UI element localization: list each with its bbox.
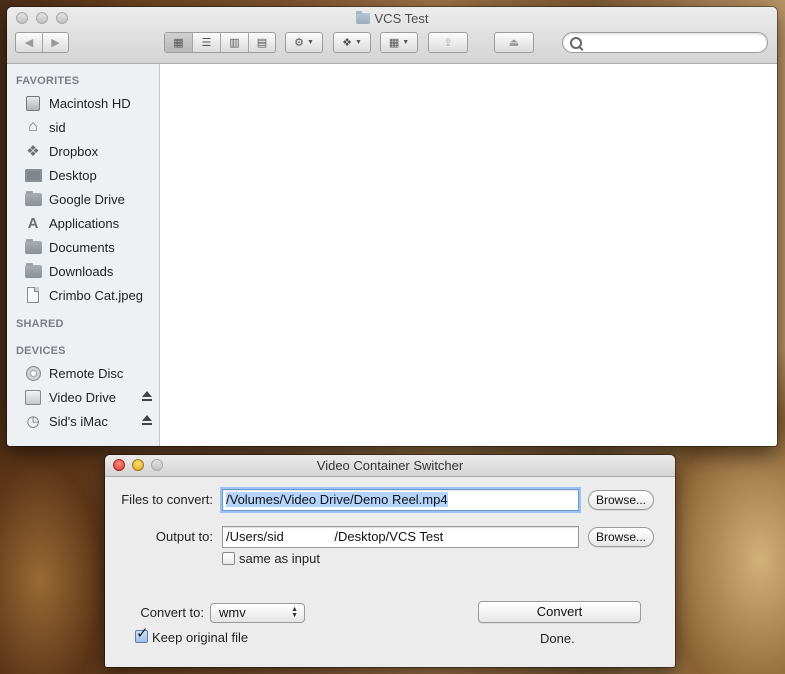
home-icon: ⌂ <box>28 118 38 135</box>
sidebar-item-google-drive[interactable]: Google Drive <box>24 188 159 210</box>
sidebar-item-label: Sid's iMac <box>49 413 108 429</box>
dropbox-menu-button[interactable]: ❖ ▼ <box>333 32 371 53</box>
sidebar-item-label: Google Drive <box>49 191 125 207</box>
convert-button[interactable]: Convert <box>478 601 641 623</box>
drive-icon <box>24 389 42 405</box>
desktop-icon <box>24 167 42 183</box>
list-view-button[interactable]: ☰ <box>193 33 221 52</box>
sidebar-item-applications[interactable]: A Applications <box>24 212 159 234</box>
sidebar-item-sids-imac[interactable]: ◷ Sid's iMac <box>24 410 159 432</box>
cover-flow-button[interactable]: ▤ <box>249 33 275 52</box>
same-as-input-label: same as input <box>239 551 320 566</box>
files-to-convert-label: Files to convert: <box>121 492 213 507</box>
favorites-header: FAVORITES <box>16 75 80 87</box>
share-button[interactable]: ⇪ <box>428 32 468 53</box>
finder-content-area[interactable] <box>160 64 777 446</box>
back-button[interactable]: ◀ <box>16 33 43 52</box>
disc-icon <box>24 365 42 381</box>
same-as-input-checkbox[interactable] <box>222 552 235 565</box>
icon-view-button[interactable]: ▦ <box>165 33 193 52</box>
hard-drive-icon <box>24 95 42 111</box>
finder-sidebar: FAVORITES Macintosh HD ⌂ sid ❖ Dropbox D… <box>7 64 160 446</box>
sidebar-item-home[interactable]: ⌂ sid <box>24 116 159 138</box>
file-icon <box>24 287 42 303</box>
sidebar-item-label: Crimbo Cat.jpeg <box>49 287 143 303</box>
arrange-button[interactable]: ▦ ▼ <box>380 32 418 53</box>
column-view-button[interactable]: ▥ <box>221 33 249 52</box>
sidebar-item-desktop[interactable]: Desktop <box>24 164 159 186</box>
folder-icon <box>355 11 370 24</box>
imac-icon: ◷ <box>26 413 40 430</box>
search-icon <box>570 37 582 49</box>
applications-icon: A <box>27 214 39 232</box>
sidebar-item-video-drive[interactable]: Video Drive <box>24 386 159 408</box>
sidebar-item-macintosh-hd[interactable]: Macintosh HD <box>24 92 159 114</box>
files-to-convert-input[interactable]: /Volumes/Video Drive/Demo Reel.mp4 <box>222 489 579 511</box>
devices-header: DEVICES <box>16 345 66 357</box>
dropbox-icon: ❖ <box>342 37 352 49</box>
keep-original-label: Keep original file <box>152 630 249 645</box>
eject-icon: ⏏ <box>508 37 520 49</box>
shared-header: SHARED <box>16 318 64 330</box>
sidebar-item-label: Applications <box>49 215 120 231</box>
convert-to-label: Convert to: <box>140 605 204 620</box>
convert-to-value: wmv <box>219 605 246 620</box>
chevron-down-icon: ▼ <box>354 39 362 46</box>
window-title: VCS Test <box>7 11 777 26</box>
dropbox-icon: ❖ <box>26 143 40 160</box>
chevron-down-icon: ▼ <box>402 39 410 46</box>
window-title: Video Container Switcher <box>316 458 464 473</box>
finder-window: VCS Test ◀ ▶ ▦ ☰ ▥ ▤ ⚙ ▼ ❖ ▼ ▦ ▼ ⇪ ⏏ FAV… <box>7 7 777 446</box>
vcs-titlebar: Video Container Switcher <box>105 455 675 477</box>
output-to-input[interactable]: /Users/sid /Desktop/VCS Test <box>222 526 579 548</box>
view-mode-control: ▦ ☰ ▥ ▤ <box>164 32 276 53</box>
arrange-grid-icon: ▦ <box>388 37 400 49</box>
browse-output-button[interactable]: Browse... <box>588 527 654 547</box>
eject-icon[interactable] <box>142 391 152 402</box>
sidebar-item-label: Dropbox <box>49 143 99 159</box>
share-icon: ⇪ <box>443 37 453 49</box>
checkmark-icon: ✓ <box>136 625 149 642</box>
search-input[interactable] <box>562 32 768 53</box>
sidebar-item-label: Macintosh HD <box>49 95 131 111</box>
back-forward-control: ◀ ▶ <box>15 32 69 53</box>
eject-icon[interactable] <box>142 415 152 426</box>
sidebar-item-label: Documents <box>49 239 115 255</box>
folder-icon <box>24 262 42 279</box>
sidebar-item-crimbo-cat[interactable]: Crimbo Cat.jpeg <box>24 284 159 306</box>
sidebar-item-label: sid <box>49 119 66 135</box>
convert-to-select[interactable]: wmv ▲ ▼ <box>210 603 305 623</box>
gear-icon: ⚙ <box>294 37 304 49</box>
folder-icon <box>24 190 42 207</box>
documents-icon <box>24 238 42 255</box>
eject-toolbar-button[interactable]: ⏏ <box>494 32 534 53</box>
action-gear-button[interactable]: ⚙ ▼ <box>285 32 323 53</box>
popup-arrows-icon: ▲ ▼ <box>291 606 298 619</box>
sidebar-item-label: Desktop <box>49 167 97 183</box>
output-to-label: Output to: <box>155 529 213 544</box>
sidebar-item-remote-disc[interactable]: Remote Disc <box>24 362 159 384</box>
browse-files-button[interactable]: Browse... <box>588 490 654 510</box>
sidebar-item-label: Downloads <box>49 263 114 279</box>
finder-titlebar: VCS Test ◀ ▶ ▦ ☰ ▥ ▤ ⚙ ▼ ❖ ▼ ▦ ▼ ⇪ ⏏ <box>7 7 777 64</box>
sidebar-item-documents[interactable]: Documents <box>24 236 159 258</box>
status-text: Done. <box>540 631 575 646</box>
chevron-down-icon: ▼ <box>306 39 314 46</box>
keep-original-checkbox[interactable]: ✓ <box>135 626 149 643</box>
video-container-switcher-window: Video Container Switcher Files to conver… <box>105 455 675 667</box>
sidebar-item-label: Video Drive <box>49 389 116 405</box>
sidebar-item-downloads[interactable]: Downloads <box>24 260 159 282</box>
forward-button[interactable]: ▶ <box>43 33 68 52</box>
sidebar-item-label: Remote Disc <box>49 365 124 381</box>
sidebar-item-dropbox[interactable]: ❖ Dropbox <box>24 140 159 162</box>
files-to-convert-value: /Volumes/Video Drive/Demo Reel.mp4 <box>226 492 448 507</box>
